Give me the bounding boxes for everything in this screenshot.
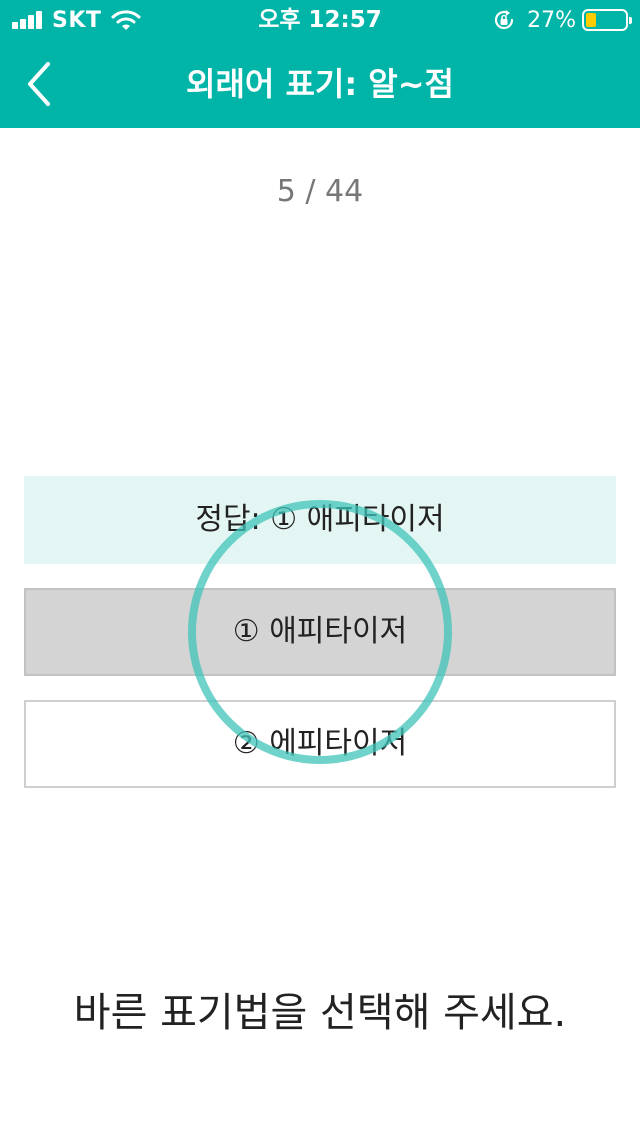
status-right: 27% [493,7,632,33]
nav-bar: 외래어 표기: 알~점 [0,40,640,128]
rotation-lock-icon [495,10,514,30]
instruction-text: 바른 표기법을 선택해 주세요. [73,990,567,1036]
battery-icon [582,9,632,31]
quiz-screen: SKT 오후 12:57 27% 외래어 표기: 알~점 5 / 44 정답: … [0,0,640,1136]
option-2-button[interactable]: ② 에피타이저 [24,700,616,788]
app-header: SKT 오후 12:57 27% 외래어 표기: 알~점 [0,0,640,128]
battery-percent: 27% [527,7,576,33]
correct-answer-banner: 정답: ① 애피타이저 [24,476,616,564]
question-counter: 5 / 44 [276,174,364,209]
option-1-button[interactable]: ① 애피타이저 [24,588,616,676]
page-title: 외래어 표기: 알~점 [186,65,454,103]
battery-fill [586,13,596,27]
status-bar: SKT 오후 12:57 27% [0,0,640,40]
